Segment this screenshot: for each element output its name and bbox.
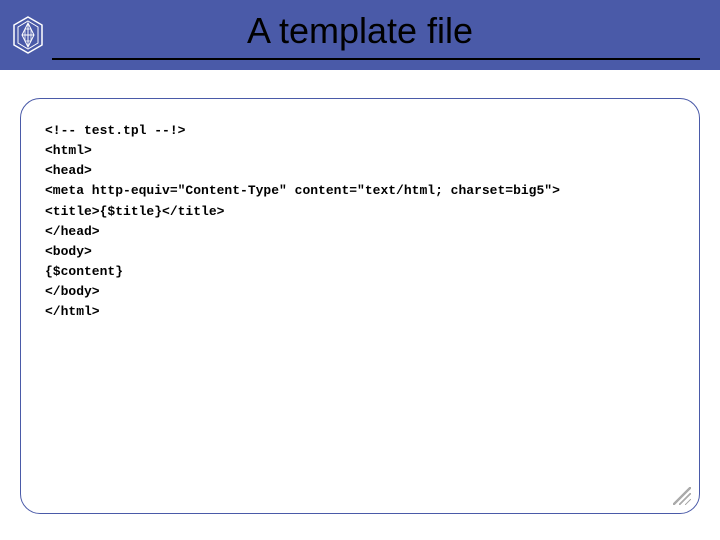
code-line: <head> xyxy=(45,161,675,181)
code-line: </head> xyxy=(45,222,675,242)
code-line: <!-- test.tpl --!> xyxy=(45,121,675,141)
slide-header: A template file xyxy=(0,0,720,70)
code-line: </html> xyxy=(45,302,675,322)
logo-icon xyxy=(8,15,48,55)
code-line: <title>{$title}</title> xyxy=(45,202,675,222)
code-line: {$content} xyxy=(45,262,675,282)
code-line: </body> xyxy=(45,282,675,302)
code-line: <meta http-equiv="Content-Type" content=… xyxy=(45,181,675,201)
title-underline xyxy=(52,58,700,60)
content-frame: <!-- test.tpl --!> <html> <head> <meta h… xyxy=(20,98,700,514)
code-line: <body> xyxy=(45,242,675,262)
slide-title: A template file xyxy=(0,0,720,66)
code-line: <html> xyxy=(45,141,675,161)
